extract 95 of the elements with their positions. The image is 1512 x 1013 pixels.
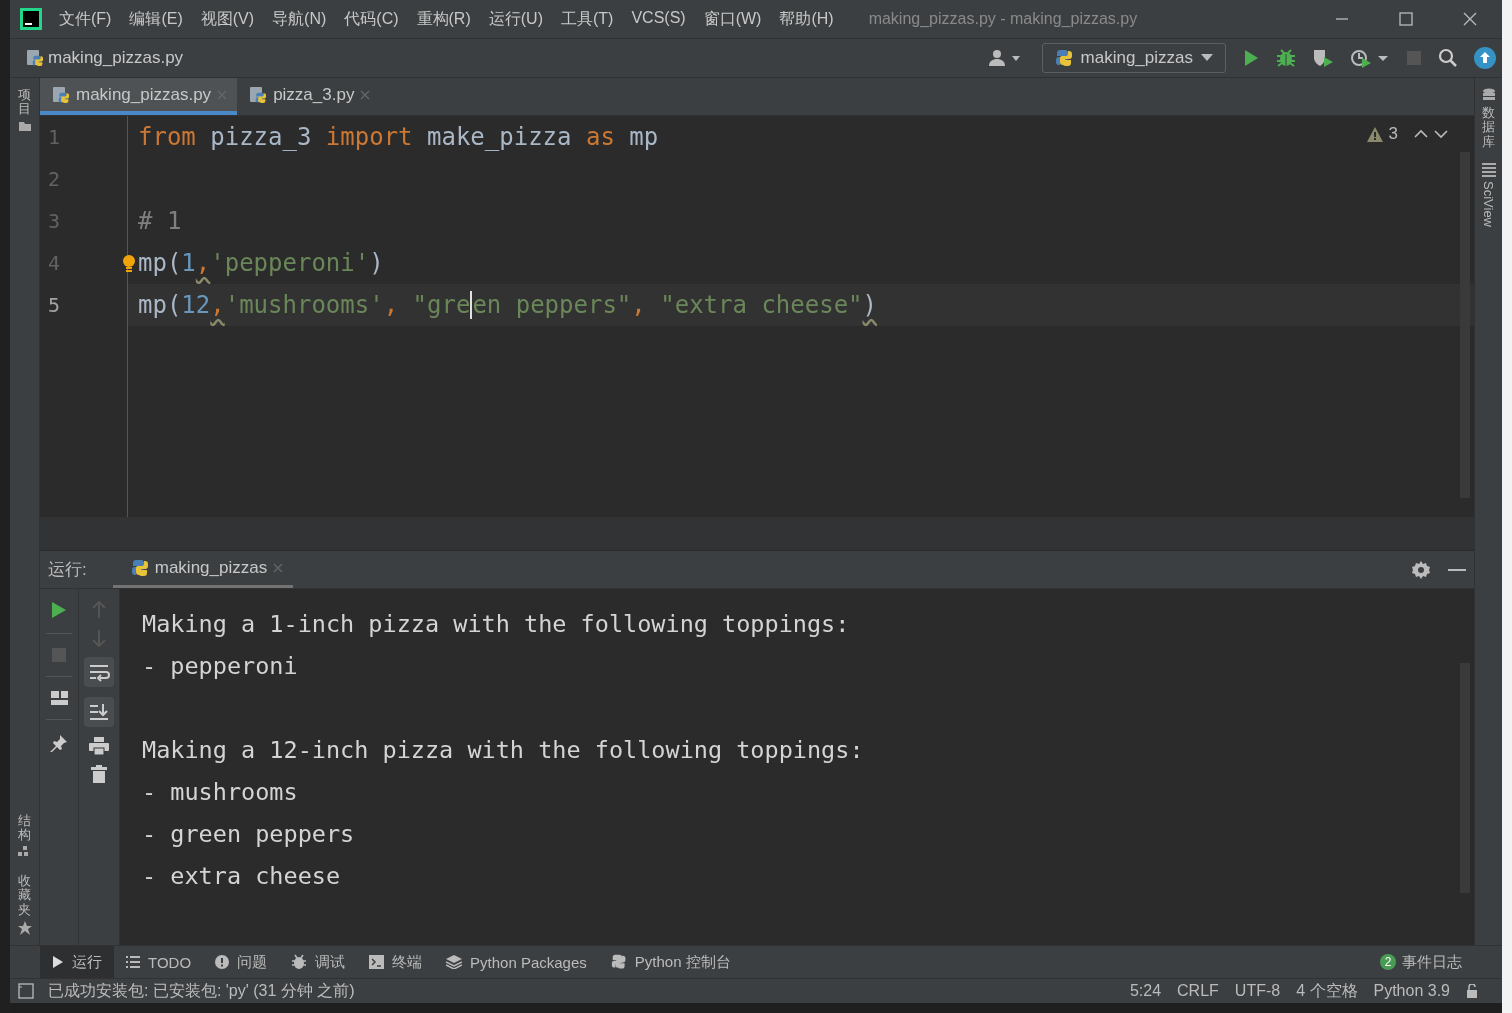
update-icon[interactable] — [1474, 47, 1496, 69]
rerun-icon[interactable] — [51, 601, 67, 619]
tool-window-tab[interactable]: 终端 — [357, 946, 435, 978]
stop-icon — [52, 648, 66, 662]
line-number: 2 — [47, 166, 62, 193]
python-file-icon — [249, 85, 268, 104]
line-number: 5 — [47, 292, 62, 319]
event-log-tab[interactable]: 2 事件日志 — [1380, 952, 1502, 972]
console-output-line: - green peppers — [142, 819, 356, 850]
status-item[interactable]: UTF-8 — [1234, 982, 1281, 1000]
layout-icon[interactable] — [50, 691, 68, 705]
panel-title: 运行: — [48, 559, 87, 581]
line-number: 1 — [47, 124, 62, 151]
table-icon[interactable] — [1481, 162, 1496, 177]
menu-item[interactable]: 工具(T) — [551, 8, 623, 30]
panel-toggle-icon[interactable] — [18, 983, 34, 999]
search-icon[interactable] — [1438, 48, 1458, 68]
tool-window-tab[interactable]: 结构 — [18, 813, 31, 843]
coverage-icon[interactable] — [1312, 48, 1334, 68]
tool-window-tab[interactable]: Python Packages — [434, 946, 599, 978]
trash-icon[interactable] — [91, 765, 107, 783]
folder-icon[interactable] — [18, 120, 31, 131]
lightbulb-icon[interactable] — [122, 254, 136, 272]
menu-item[interactable]: 运行(U) — [479, 8, 552, 30]
caret-icon — [1201, 54, 1213, 62]
tool-window-tab[interactable]: TODO — [114, 946, 204, 978]
play-icon — [52, 955, 64, 969]
console-output-line: Making a 1-inch pizza with the following toppings: — [142, 609, 851, 640]
tool-window-tab[interactable]: 收藏夹 — [18, 874, 31, 917]
python-icon — [610, 954, 627, 970]
maximize-icon[interactable] — [1398, 11, 1414, 27]
python-file-icon — [52, 85, 70, 104]
bug-icon — [291, 954, 308, 970]
code-line: mp(1,'pepperoni') — [138, 249, 384, 277]
lock-icon[interactable] — [1466, 984, 1478, 998]
editor-tab[interactable]: pizza_3.py — [237, 78, 381, 115]
tool-window-tab[interactable]: 运行 — [40, 946, 114, 978]
status-item[interactable]: Python 3.9 — [1373, 982, 1450, 1000]
line-number: 3 — [47, 208, 62, 235]
warning-count: 3 — [1388, 124, 1398, 144]
console-output-line: - pepperoni — [142, 651, 299, 682]
status-message: 已成功安装包: 已安装包: 'py' (31 分钟 之前) — [48, 980, 355, 1001]
status-item[interactable]: 4 个空格 — [1296, 980, 1358, 1002]
star-icon[interactable] — [17, 921, 32, 935]
status-item[interactable]: 5:24 — [1129, 982, 1162, 1000]
tool-window-tab[interactable]: 项目 — [18, 88, 31, 117]
settings-icon[interactable] — [1412, 560, 1430, 579]
profiler-dropdown-icon[interactable] — [1350, 48, 1390, 68]
terminal-icon — [369, 955, 385, 969]
stop-icon — [1406, 50, 1422, 66]
console-output-line: - extra cheese — [142, 861, 342, 892]
editor-tab[interactable]: making_pizzas.py — [40, 78, 238, 115]
list-icon — [126, 956, 140, 968]
line-number: 4 — [47, 250, 62, 277]
tool-window-tab[interactable]: 问题 — [203, 946, 280, 978]
python-icon — [1054, 49, 1073, 67]
layers-icon — [446, 955, 463, 969]
soft-wrap-icon[interactable] — [84, 657, 114, 687]
status-item[interactable]: CRLF — [1177, 982, 1219, 1000]
user-dropdown-icon[interactable] — [987, 49, 1022, 67]
breadcrumb[interactable]: making_pizzas.py — [48, 48, 184, 68]
menu-item[interactable]: 代码(C) — [335, 8, 408, 30]
code-line: from pizza_3 import make_pizza as mp — [138, 123, 659, 151]
close-icon[interactable] — [1462, 11, 1478, 27]
code-line: # 1 — [138, 207, 182, 235]
menu-item[interactable]: VCS(S) — [622, 8, 695, 30]
print-icon[interactable] — [89, 737, 109, 755]
menu-item[interactable]: 编辑(E) — [120, 8, 192, 30]
code-line: mp(12,'mushrooms', "gre en peppers", "extra cheese") — [138, 291, 877, 319]
tool-window-tab[interactable]: 数据库 — [1482, 106, 1495, 149]
chevron-down-icon[interactable] — [1434, 129, 1448, 139]
console-output-line: Making a 12-inch pizza with the following toppings: — [142, 735, 865, 766]
menu-item[interactable]: 文件(F) — [50, 8, 121, 30]
warning-icon[interactable] — [1366, 126, 1383, 142]
database-icon[interactable] — [1481, 88, 1496, 102]
menu-item[interactable]: 窗口(W) — [694, 8, 771, 30]
tool-window-tab[interactable]: 调试 — [279, 946, 358, 978]
menu-item[interactable]: 导航(N) — [263, 8, 336, 30]
menu-item[interactable]: 视图(V) — [191, 8, 264, 30]
python-file-icon — [26, 49, 44, 67]
run-icon[interactable] — [1242, 49, 1260, 67]
bug-icon[interactable] — [1276, 48, 1296, 68]
menu-item[interactable]: 帮助(H) — [770, 8, 843, 30]
console-output-line: - mushrooms — [142, 777, 299, 808]
tool-window-tab[interactable]: Python 控制台 — [598, 946, 743, 978]
chevron-up-icon[interactable] — [1414, 129, 1428, 139]
scroll-to-end-icon[interactable] — [84, 697, 114, 727]
run-configuration-dropdown[interactable]: making_pizzas — [1041, 43, 1226, 73]
python-icon — [130, 559, 149, 577]
tool-window-tab[interactable]: SciView — [1481, 180, 1496, 227]
window-title: making_pizzas.py - making_pizzas.py — [868, 10, 1138, 28]
notification-badge: 2 — [1380, 954, 1396, 970]
exclamation-icon — [215, 955, 230, 969]
pin-icon[interactable] — [50, 734, 68, 752]
menu-item[interactable]: 重构(R) — [407, 8, 480, 30]
